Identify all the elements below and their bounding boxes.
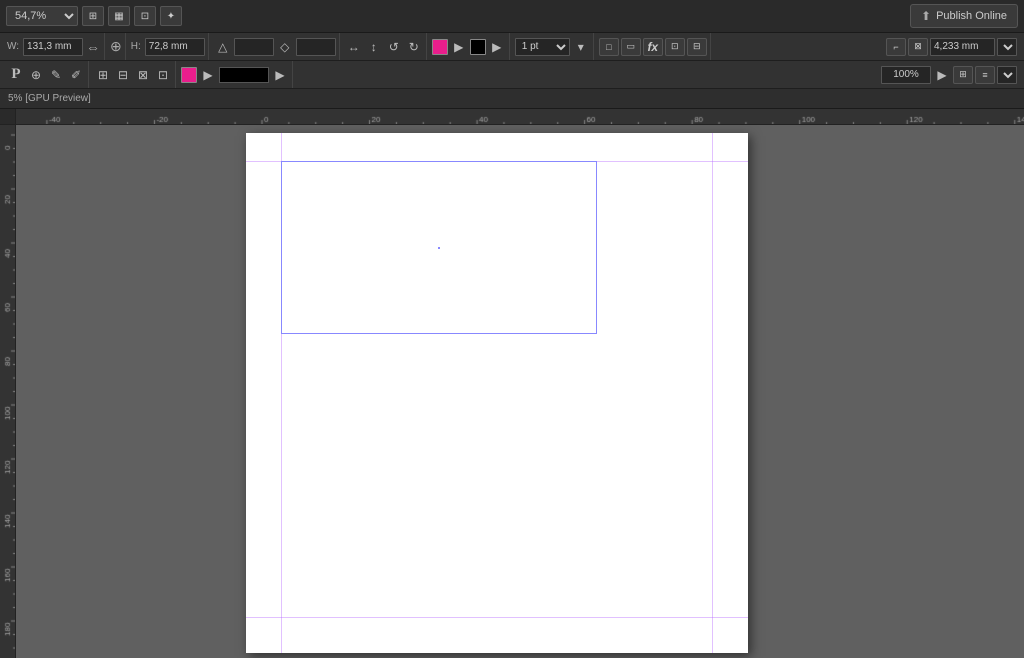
stroke-weight-select[interactable]: 1 pt 0.5 pt 2 pt xyxy=(515,38,570,56)
toolbar2: P ⊕ ✎ ✐ ⊞ ⊟ ⊠ ⊡ ▶ ▶ ▶ ⊞ ≡ ▾ xyxy=(0,61,1024,89)
view-mode-btn1[interactable]: ⊞ xyxy=(82,6,104,26)
place-icon[interactable]: ⊕ xyxy=(27,66,45,84)
type-group: P ⊕ ✎ ✐ xyxy=(4,61,89,88)
align2-icon[interactable]: ⊡ xyxy=(154,66,172,84)
effects-btn4[interactable]: ⊟ xyxy=(687,38,707,56)
margin-guide-right xyxy=(712,133,713,653)
top-bar-left: 54,7% ⊞ ▦ ⊡ ✦ xyxy=(6,6,182,26)
fill-color-swatch[interactable] xyxy=(432,39,448,55)
zoom-select[interactable]: 54,7% xyxy=(6,6,78,26)
dimension-select[interactable]: ▾ xyxy=(997,38,1017,56)
wh-group: W: ⇔ xyxy=(4,33,105,60)
view-mode-btn3[interactable]: ⊡ xyxy=(134,6,156,26)
rotate-icon[interactable]: △ xyxy=(214,38,232,56)
transform-group: ↔ ↕ ↺ ↻ xyxy=(342,33,427,60)
distribute-v-icon[interactable]: ⊟ xyxy=(114,66,132,84)
view-options-btn[interactable]: ⊞ xyxy=(953,66,973,84)
h-group: H: xyxy=(128,33,209,60)
color-group: ▶ ▶ xyxy=(429,33,510,60)
shear-icon[interactable]: ◇ xyxy=(276,38,294,56)
fill-arrow-row2[interactable]: ▶ xyxy=(199,66,217,84)
chain-group: ⊕ xyxy=(107,33,126,60)
margin-guide-bottom xyxy=(246,617,748,618)
view-mode-btn2[interactable]: ▦ xyxy=(108,6,130,26)
distribute-h-icon[interactable]: ⊞ xyxy=(94,66,112,84)
ruler-row xyxy=(0,109,1024,125)
status-text: 5% [GPU Preview] xyxy=(8,93,91,104)
link-icon[interactable]: ⇔ xyxy=(86,39,100,55)
publish-online-button[interactable]: ⬆ Publish Online xyxy=(910,4,1018,28)
angle-field[interactable] xyxy=(234,38,274,56)
h-label: H: xyxy=(131,41,141,52)
ruler-corner xyxy=(0,109,16,125)
zoom-display[interactable] xyxy=(881,66,931,84)
stroke-line-arrow[interactable]: ▶ xyxy=(271,66,289,84)
main-area xyxy=(0,125,1024,658)
document-page xyxy=(246,133,748,653)
publish-online-label: Publish Online xyxy=(936,10,1007,22)
shear-field[interactable] xyxy=(296,38,336,56)
stroke-color-swatch[interactable] xyxy=(470,39,486,55)
center-point xyxy=(438,247,440,249)
rotate-90cw-icon[interactable]: ↻ xyxy=(405,38,423,56)
effects-group: □ ▭ fx ⊡ ⊟ xyxy=(596,33,711,60)
selection-box[interactable] xyxy=(281,161,597,334)
fill-stroke-group2: ▶ ▶ xyxy=(178,61,293,88)
w-label: W: xyxy=(7,41,19,52)
angle-group: △ ◇ xyxy=(211,33,340,60)
align-group: ⊞ ⊟ ⊠ ⊡ xyxy=(91,61,176,88)
chain-btn[interactable]: ⊕ xyxy=(110,38,122,55)
arrange-btn[interactable]: ✦ xyxy=(160,6,182,26)
top-bar: 54,7% ⊞ ▦ ⊡ ✦ ⬆ Publish Online xyxy=(0,0,1024,33)
pen-icon[interactable]: ✎ xyxy=(47,66,65,84)
zoom-group: ▶ ⊞ ≡ ▾ xyxy=(878,61,1020,88)
stroke-line-swatch[interactable] xyxy=(219,67,269,83)
corner-options-btn[interactable]: ⌐ xyxy=(886,38,906,56)
effects-btn3[interactable]: ⊡ xyxy=(665,38,685,56)
stroke-options-icon[interactable]: ▾ xyxy=(572,38,590,56)
effects-btn2[interactable]: ▭ xyxy=(621,38,641,56)
stroke-arrow2[interactable]: ▶ xyxy=(488,38,506,56)
margin-guide-left xyxy=(281,133,282,653)
status-bar: 5% [GPU Preview] xyxy=(0,89,1024,109)
publish-icon: ⬆ xyxy=(921,9,931,23)
dimension-group: ⌐ ⊠ ▾ xyxy=(883,33,1020,60)
fx-btn[interactable]: fx xyxy=(643,38,663,56)
canvas-viewport[interactable] xyxy=(16,125,1024,658)
rotate-90-icon[interactable]: ↺ xyxy=(385,38,403,56)
type-tool-icon[interactable]: P xyxy=(7,66,25,84)
flip-v-icon[interactable]: ↕ xyxy=(365,38,383,56)
toolbar1: W: ⇔ ⊕ H: △ ◇ ↔ ↕ ↺ ↻ ▶ ▶ 1 pt 0.5 pt 2 … xyxy=(0,33,1024,61)
align-icon[interactable]: ⊠ xyxy=(134,66,152,84)
pencil-icon[interactable]: ✐ xyxy=(67,66,85,84)
align-options-btn[interactable]: ≡ xyxy=(975,66,995,84)
frame-options-btn[interactable]: ⊠ xyxy=(908,38,928,56)
effects-btn1[interactable]: □ xyxy=(599,38,619,56)
horizontal-ruler xyxy=(16,109,1024,125)
view-dropdown[interactable]: ▾ xyxy=(997,66,1017,84)
stroke-group: 1 pt 0.5 pt 2 pt ▾ xyxy=(512,33,594,60)
dimension-field[interactable] xyxy=(930,38,995,56)
margin-guide-top xyxy=(246,161,748,162)
stroke-color-arrow[interactable]: ▶ xyxy=(450,38,468,56)
zoom-up-btn[interactable]: ▶ xyxy=(933,66,951,84)
h-field[interactable] xyxy=(145,38,205,56)
w-field[interactable] xyxy=(23,38,83,56)
fill-swatch-row2[interactable] xyxy=(181,67,197,83)
flip-h-icon[interactable]: ↔ xyxy=(345,38,363,56)
vertical-ruler xyxy=(0,125,16,658)
